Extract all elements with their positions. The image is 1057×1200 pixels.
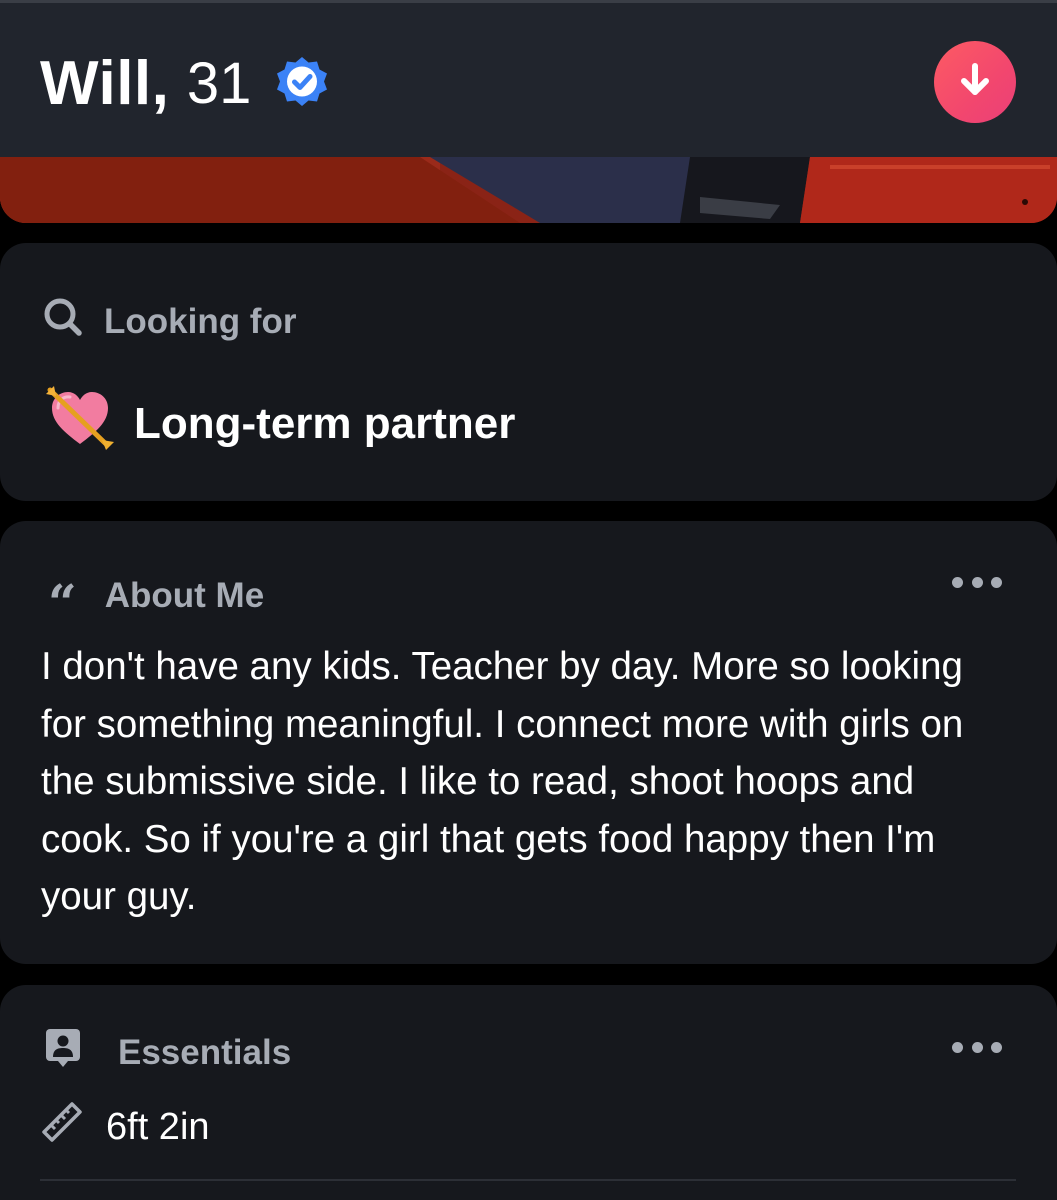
id-card-icon <box>44 1027 82 1078</box>
arrow-down-icon <box>955 60 995 105</box>
profile-name: Will <box>40 48 152 118</box>
looking-for-label: Looking for <box>104 301 297 341</box>
more-dot <box>952 576 963 588</box>
height-value: 6ft 2in <box>106 1105 210 1148</box>
looking-for-value: Long-term partner <box>44 384 515 463</box>
looking-for-text: Long-term partner <box>134 398 516 448</box>
essentials-divider <box>40 1179 1016 1181</box>
quote-icon: “ <box>48 573 77 632</box>
about-me-text: I don't have any kids. Teacher by day. M… <box>41 645 964 918</box>
more-dot <box>991 576 1002 588</box>
ruler-icon <box>40 1100 84 1154</box>
collapse-profile-button[interactable] <box>934 41 1016 123</box>
more-dot <box>971 1041 983 1053</box>
profile-header: Will, 31 <box>0 0 1057 157</box>
about-more-options-button[interactable] <box>952 572 1002 592</box>
about-me-header: “ About Me <box>48 564 264 628</box>
name-separator: , <box>151 48 169 118</box>
essentials-card <box>0 985 1057 1200</box>
verified-badge-icon <box>273 54 331 112</box>
profile-age: 31 <box>186 50 252 116</box>
looking-for-header: Looking for <box>42 296 296 347</box>
more-dot <box>952 1041 963 1053</box>
more-dot <box>991 1041 1002 1053</box>
about-me-label: About Me <box>104 576 265 615</box>
heart-arrow-icon <box>44 384 116 463</box>
essentials-more-options-button[interactable] <box>952 1037 1002 1057</box>
profile-page: Will, 31 Looking for Long-term partner “… <box>0 0 1057 1200</box>
essential-item-height: 6ft 2in <box>40 1100 210 1154</box>
essentials-label: Essentials <box>118 1032 292 1072</box>
search-icon <box>42 296 84 347</box>
essentials-header: Essentials <box>44 1027 291 1078</box>
more-dot <box>971 576 983 588</box>
profile-photo[interactable] <box>0 157 1057 223</box>
name-row: Will, 31 <box>40 43 331 123</box>
